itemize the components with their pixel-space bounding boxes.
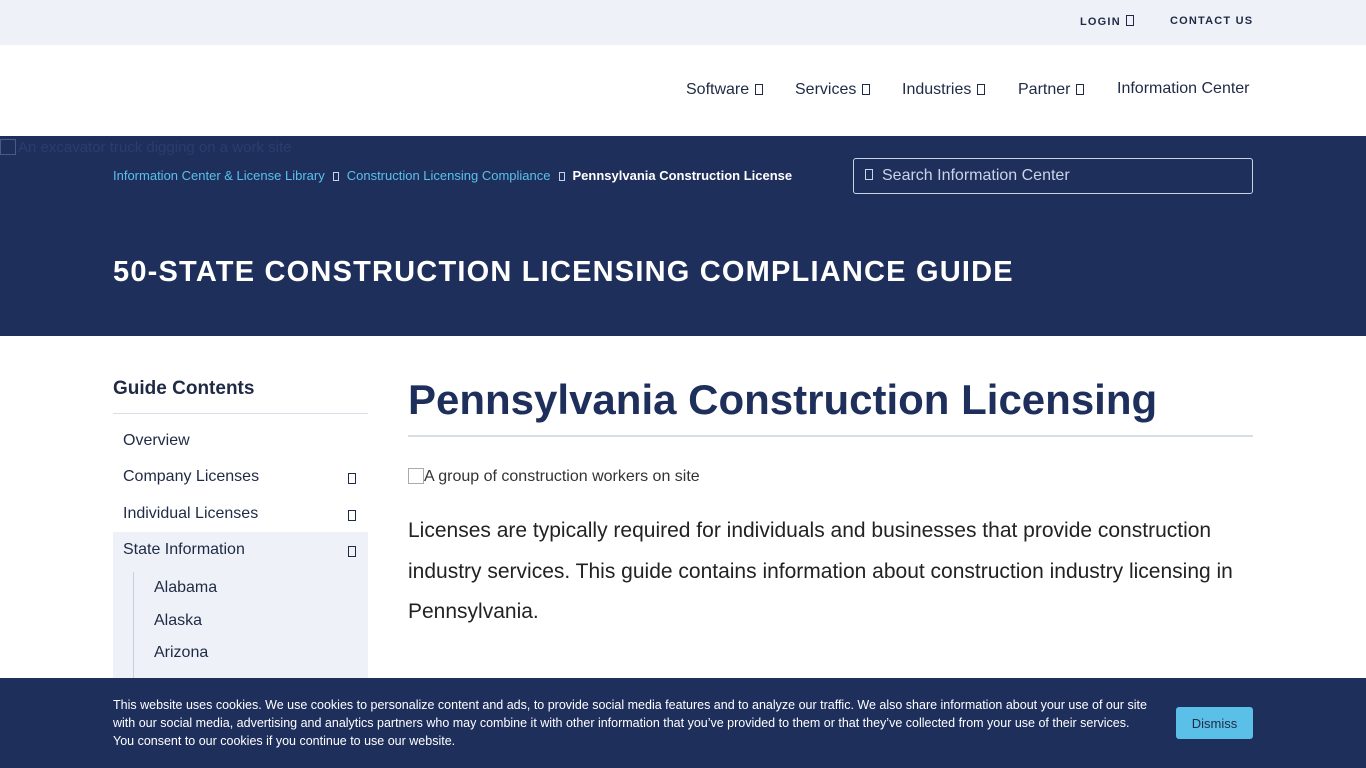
breadcrumb-link-construction-licensing[interactable]: Construction Licensing Compliance — [347, 168, 551, 183]
breadcrumb-link-information-center[interactable]: Information Center & License Library — [113, 168, 325, 183]
utility-bar: LOGIN CONTACT US — [0, 0, 1366, 45]
chevron-down-icon — [977, 84, 986, 95]
page-title: 50-STATE CONSTRUCTION LICENSING COMPLIAN… — [113, 256, 1014, 288]
sidebar-item-individual-licenses[interactable]: Individual Licenses — [113, 496, 368, 532]
chevron-down-icon — [862, 84, 871, 95]
intro-paragraph: Licenses are typically required for indi… — [408, 519, 1233, 623]
nav-item-software[interactable]: Software — [686, 81, 764, 99]
cookie-text: This website uses cookies. We use cookie… — [113, 698, 1147, 748]
nav-item-industries[interactable]: Industries — [902, 81, 986, 99]
nav-item-partner[interactable]: Partner — [1018, 81, 1085, 99]
dismiss-button[interactable]: Dismiss — [1176, 707, 1253, 739]
nav-item-services[interactable]: Services — [795, 81, 871, 99]
content-image-alt: A group of construction workers on site — [424, 468, 700, 485]
sidebar-item-company-licenses[interactable]: Company Licenses — [113, 459, 368, 495]
chevron-right-icon — [558, 172, 565, 181]
search-placeholder: Search Information Center — [882, 167, 1070, 184]
content-title: Pennsylvania Construction Licensing — [408, 376, 1158, 423]
nav-label: Partner — [1018, 81, 1071, 98]
nav-label: Services — [795, 81, 857, 98]
sidebar-heading: Guide Contents — [113, 378, 255, 399]
divider — [408, 435, 1253, 437]
breadcrumb: Information Center & License Library Cons… — [113, 168, 792, 183]
nav-label: Information Center — [1117, 80, 1250, 97]
login-label: LOGIN — [1080, 16, 1121, 28]
sidebar-item-label: Overview — [123, 432, 190, 449]
state-item-alabama[interactable]: Alabama — [154, 579, 217, 597]
hero-banner: An excavator truck digging on a work sit… — [0, 136, 1366, 336]
search-icon — [865, 169, 873, 180]
content-image: A group of construction workers on site — [408, 468, 700, 486]
nav-item-information-center[interactable]: Information Center — [1117, 80, 1250, 98]
login-icon — [1125, 15, 1134, 26]
expand-icon[interactable] — [348, 473, 356, 484]
state-item-alaska[interactable]: Alaska — [154, 612, 202, 630]
sidebar-item-label: Company Licenses — [123, 468, 260, 485]
nav-label: Industries — [902, 81, 972, 98]
sidebar-item-label: Individual Licenses — [123, 505, 259, 522]
sidebar-item-label: State Information — [123, 541, 245, 558]
nav-label: Software — [686, 81, 750, 98]
hero-image-alt: An excavator truck digging on a work sit… — [18, 139, 292, 156]
divider — [113, 413, 368, 414]
expand-icon[interactable] — [348, 510, 356, 521]
broken-image-icon — [0, 139, 16, 155]
search-input[interactable]: Search Information Center — [853, 158, 1253, 194]
contact-us-link[interactable]: CONTACT US — [1170, 15, 1253, 27]
chevron-down-icon — [1076, 84, 1085, 95]
state-item-arizona[interactable]: Arizona — [154, 644, 208, 662]
sidebar-item-state-information[interactable]: State Information — [113, 532, 368, 572]
chevron-right-icon — [332, 172, 339, 181]
chevron-down-icon — [755, 84, 764, 95]
collapse-icon[interactable] — [348, 546, 356, 557]
breadcrumb-current: Pennsylvania Construction License — [572, 168, 793, 183]
sidebar-item-overview[interactable]: Overview — [113, 423, 368, 459]
broken-image-icon — [408, 468, 424, 484]
hero-image: An excavator truck digging on a work sit… — [0, 139, 291, 156]
main-nav: Software Services Industries Partner Inf… — [0, 45, 1366, 136]
login-link[interactable]: LOGIN — [1080, 15, 1134, 28]
cookie-banner: This website uses cookies. We use cookie… — [0, 678, 1366, 768]
